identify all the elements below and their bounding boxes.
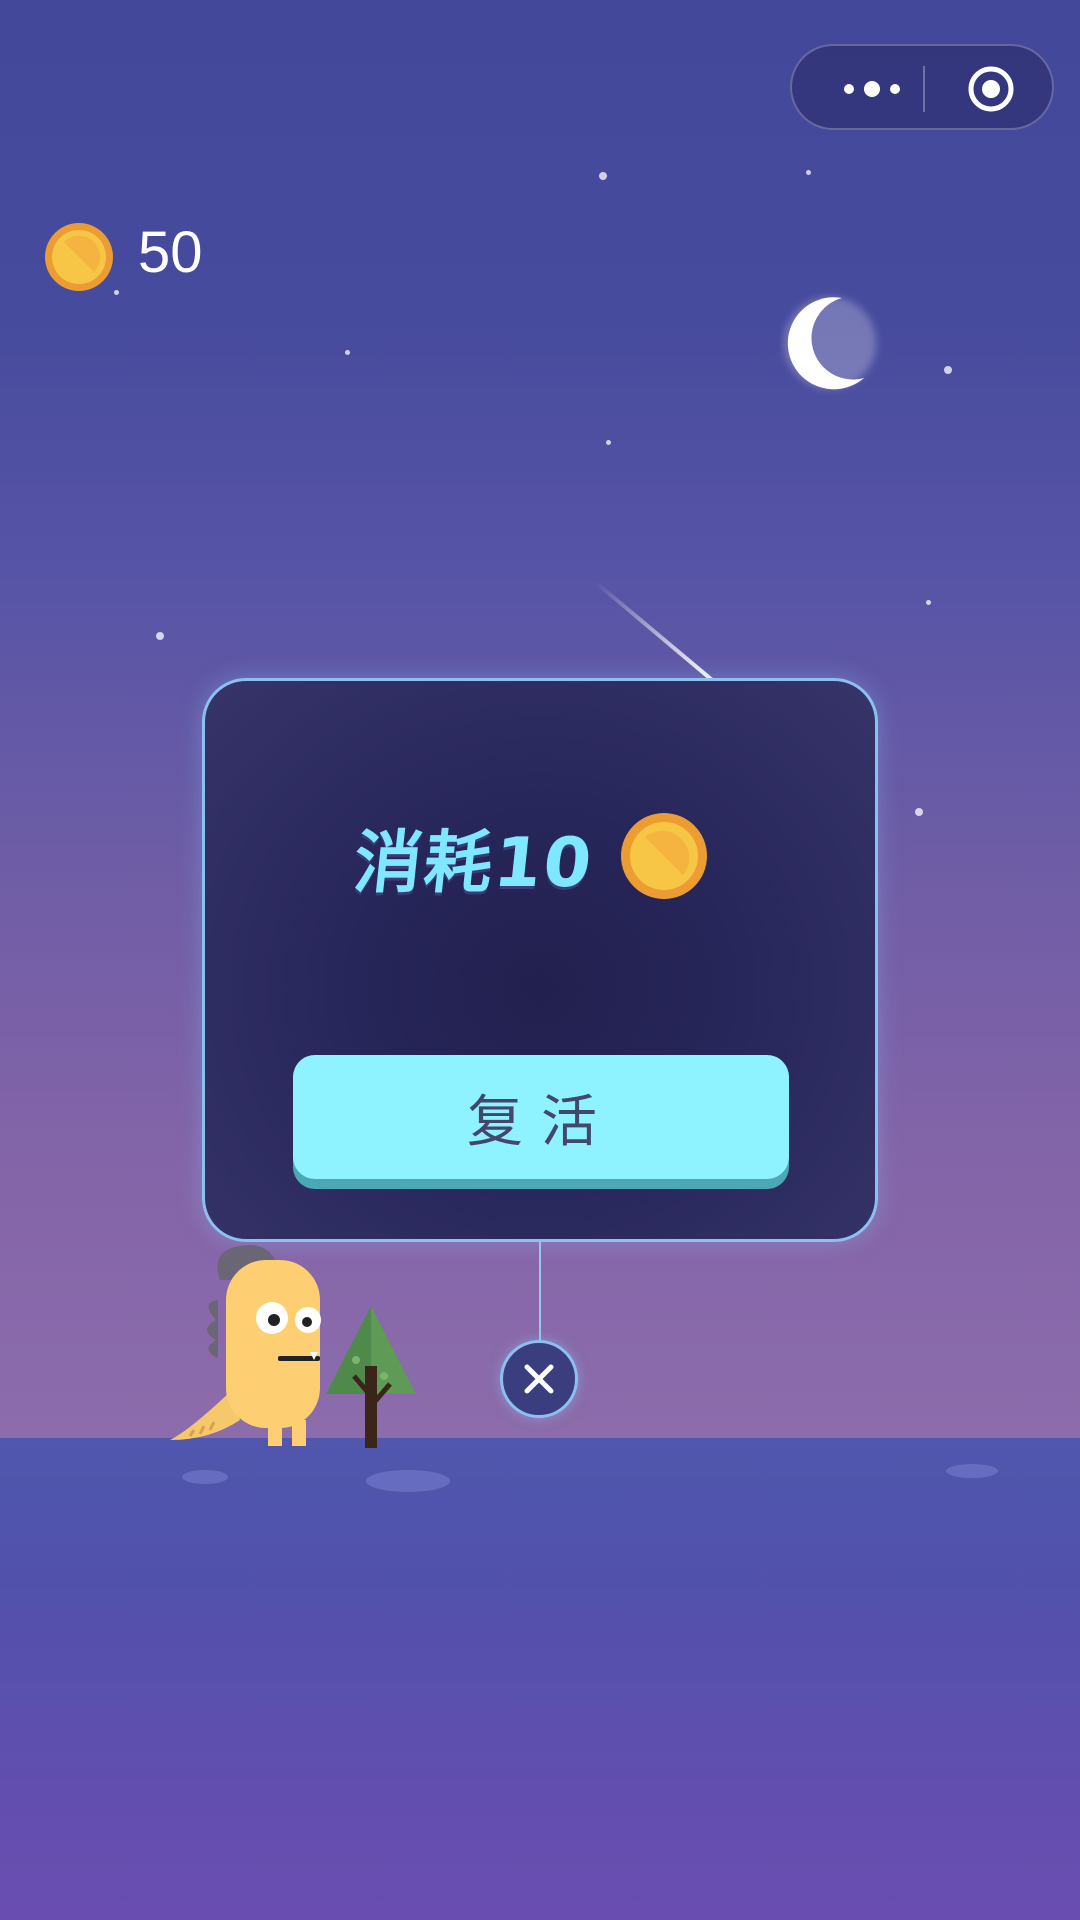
star bbox=[606, 440, 611, 445]
dinosaur-character bbox=[170, 1245, 321, 1446]
close-button[interactable] bbox=[500, 1340, 578, 1418]
crater bbox=[182, 1470, 228, 1484]
close-x-icon bbox=[524, 1364, 554, 1394]
star bbox=[926, 600, 931, 605]
star bbox=[599, 172, 607, 180]
revive-button[interactable]: 复活 bbox=[293, 1055, 789, 1179]
ground bbox=[0, 1438, 1080, 1920]
star bbox=[156, 632, 164, 640]
star bbox=[345, 350, 350, 355]
coin-icon bbox=[45, 223, 113, 291]
target-icon[interactable] bbox=[966, 64, 1016, 114]
capsule-divider bbox=[923, 66, 925, 112]
close-string bbox=[539, 1242, 541, 1342]
coin-icon bbox=[620, 813, 707, 899]
crescent-moon-icon bbox=[784, 297, 876, 390]
crater bbox=[946, 1464, 998, 1478]
star bbox=[944, 366, 952, 374]
star bbox=[114, 290, 119, 295]
cost-row: 消耗10 bbox=[350, 811, 708, 903]
capsule-menu bbox=[790, 44, 1054, 130]
revive-dialog: 消耗10 复活 bbox=[202, 678, 878, 1242]
star bbox=[806, 170, 811, 175]
cost-label: 消耗10 bbox=[350, 823, 598, 903]
coin-count: 50 bbox=[138, 220, 203, 285]
pine-tree bbox=[326, 1306, 416, 1448]
more-dots-icon[interactable] bbox=[822, 66, 922, 112]
star bbox=[915, 808, 923, 816]
crater bbox=[366, 1470, 450, 1492]
